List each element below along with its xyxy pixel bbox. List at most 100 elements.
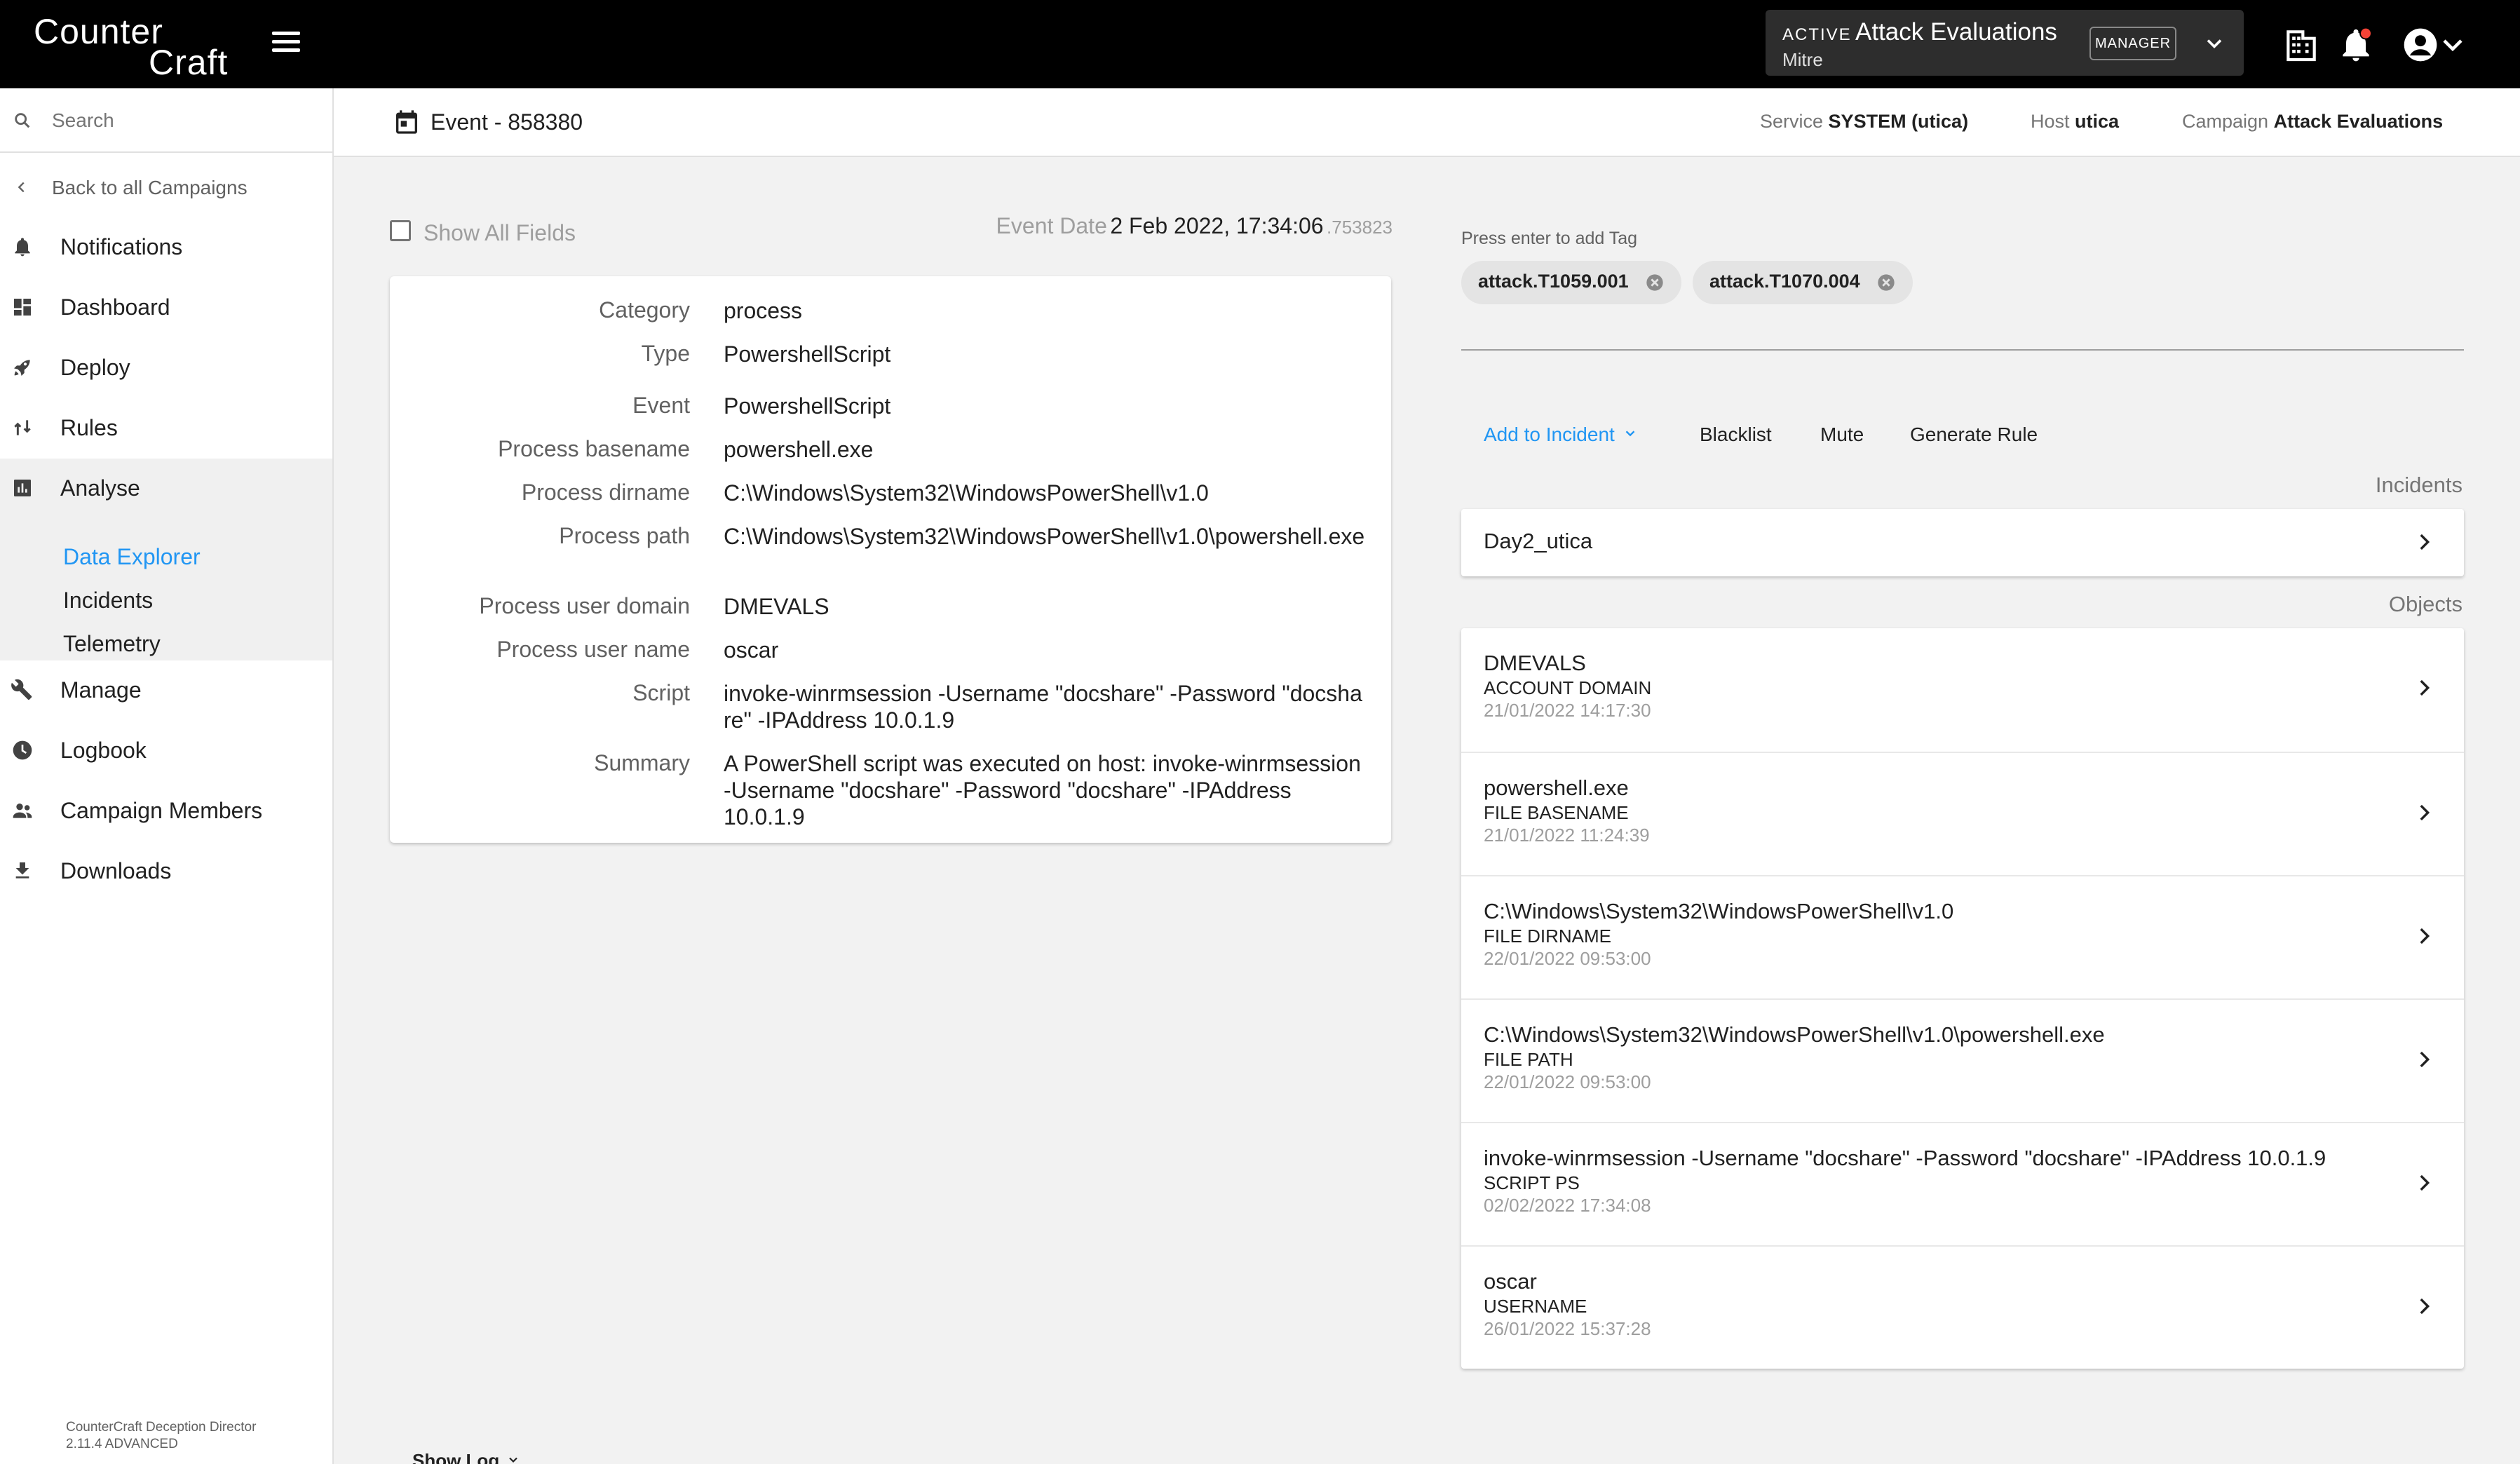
tag-chip-label: attack.T1059.001 [1478,271,1629,292]
sidebar-item-analyse[interactable]: Analyse [0,459,332,516]
campaign-value: Attack Evaluations [2273,111,2444,132]
incident-item[interactable]: Day2_utica [1461,509,2464,576]
sidebar-item-downloads[interactable]: Downloads [0,841,332,899]
account-chevron-down-icon[interactable] [2440,25,2465,65]
sidebar-item-rules[interactable]: Rules [0,398,332,456]
field-value: A PowerShell script was executed on host… [724,751,1361,829]
building-icon[interactable] [2282,25,2321,65]
host-label: Host [2031,111,2070,132]
sidebar-item-label: Notifications [60,234,183,259]
sidebar-item-label: Deploy [60,355,130,380]
field-value: PowershellScript [724,341,891,367]
sidebar-subitem-data-explorer[interactable]: Data Explorer [63,544,201,570]
object-item[interactable]: powershell.exe FILE BASENAME 21/01/2022 … [1461,752,2464,875]
sidebar-item-dashboard[interactable]: Dashboard [0,278,332,335]
people-icon [13,804,32,818]
logo-line-2: Craft [149,43,229,82]
field-key: Process user domain [479,593,690,618]
field-value: process [724,298,803,323]
mute-button[interactable]: Mute [1820,423,1864,446]
sidebar-item-label: Rules [60,415,118,440]
object-title: C:\Windows\System32\WindowsPowerShell\v1… [1484,899,1954,923]
notifications-bell-icon[interactable] [2336,25,2376,65]
sidebar-item-label: Logbook [60,738,147,763]
host-value: utica [2075,111,2120,132]
tag-chip[interactable]: attack.T1059.001 [1461,261,1681,304]
countercraft-logo[interactable]: Counter Craft [34,10,244,82]
tag-input-underline[interactable] [1461,349,2464,351]
campaign-switcher[interactable]: ACTIVE Attack Evaluations Mitre MANAGER [1766,10,2244,76]
object-item[interactable]: DMEVALS ACCOUNT DOMAIN 21/01/2022 14:17:… [1461,628,2464,752]
chevron-right-icon [2420,804,2430,821]
field-value: oscar [724,637,779,663]
show-all-checkbox[interactable] [390,220,411,241]
sidebar-item-label: Campaign Members [60,798,263,823]
role-badge: MANAGER [2089,27,2176,60]
sidebar-item-manage[interactable]: Manage [0,660,332,718]
object-type: USERNAME [1484,1296,1587,1317]
service-meta: Service SYSTEM (utica) [1760,111,1968,133]
sidebar-item-logbook[interactable]: Logbook [0,721,332,778]
sidebar-search [0,88,332,153]
object-type: ACCOUNT DOMAIN [1484,677,1652,698]
object-item[interactable]: C:\Windows\System32\WindowsPowerShell\v1… [1461,998,2464,1122]
sidebar-subitem-telemetry[interactable]: Telemetry [63,631,161,657]
event-details-card: Category process Type PowershellScript E… [390,276,1391,843]
remove-tag-icon[interactable] [1645,273,1665,292]
event-subheader: Event - 858380 Service SYSTEM (utica) Ho… [334,88,2520,157]
tag-chip[interactable]: attack.T1070.004 [1693,261,1913,304]
object-item[interactable]: C:\Windows\System32\WindowsPowerShell\v1… [1461,875,2464,998]
sidebar-subitem-incidents[interactable]: Incidents [63,588,153,614]
field-value: powershell.exe [724,437,874,462]
object-date: 02/02/2022 17:34:08 [1484,1195,1651,1216]
back-to-campaigns-link[interactable]: Back to all Campaigns [0,167,332,208]
sidebar-item-label: Analyse [60,475,140,501]
field-key: Process user name [496,637,690,662]
chevron-right-icon [2420,928,2430,944]
remove-tag-icon[interactable] [1876,273,1896,292]
generate-rule-button[interactable]: Generate Rule [1910,423,2038,446]
object-type: FILE PATH [1484,1049,1573,1070]
object-type: FILE DIRNAME [1484,926,1612,947]
sidebar-item-campaign-members[interactable]: Campaign Members [0,781,332,839]
service-label: Service [1760,111,1824,132]
sidebar-item-deploy[interactable]: Deploy [0,338,332,395]
object-item[interactable]: invoke-winrmsession -Username "docshare"… [1461,1122,2464,1245]
object-title: powershell.exe [1484,775,1629,800]
search-input[interactable] [52,104,318,137]
sidebar-item-label: Downloads [60,858,172,883]
chart-icon [14,480,31,496]
field-key: Event [632,393,690,418]
object-type: SCRIPT PS [1484,1172,1580,1193]
top-bar: Counter Craft ACTIVE Attack Evaluations … [0,0,2520,88]
field-value: invoke-winrmsession -Username "docshare"… [724,681,1362,733]
blacklist-button[interactable]: Blacklist [1700,423,1772,446]
object-date: 22/01/2022 09:53:00 [1484,948,1651,969]
objects-list: DMEVALS ACCOUNT DOMAIN 21/01/2022 14:17:… [1461,628,2464,1369]
object-date: 21/01/2022 11:24:39 [1484,825,1650,846]
show-all-label: Show All Fields [424,220,576,245]
sidebar: Back to all Campaigns Notifications Dash… [0,88,334,1464]
sidebar-item-notifications[interactable]: Notifications [0,217,332,275]
menu-icon[interactable] [272,32,300,55]
object-item[interactable]: oscar USERNAME 26/01/2022 15:37:28 [1461,1245,2464,1369]
version-product: CounterCraft Deception Director [66,1420,257,1435]
field-key: Script [632,680,690,705]
incident-name: Day2_utica [1484,529,1593,553]
tag-input-hint: Press enter to add Tag [1461,229,1638,248]
field-key: Process dirname [521,480,690,505]
show-all-fields-toggle[interactable]: Show All Fields [390,220,600,248]
campaign-status: ACTIVE [1782,25,1852,44]
chevron-down-icon [509,1457,518,1463]
chevron-right-icon [2420,1298,2430,1315]
account-icon[interactable] [2401,25,2440,65]
campaign-organization: Mitre [1782,49,1823,70]
add-to-incident-label: Add to Incident [1484,423,1615,445]
rules-icon [14,420,31,435]
show-log-toggle[interactable]: Show Log [412,1450,522,1464]
add-to-incident-button[interactable]: Add to Incident [1484,423,1640,446]
chevron-down-icon[interactable] [2202,31,2227,56]
event-date: Event Date 2 Feb 2022, 17:34:06 .753823 [996,213,1393,239]
chevron-right-icon [2420,679,2430,696]
event-date-value: 2 Feb 2022, 17:34:06 [1110,213,1324,238]
